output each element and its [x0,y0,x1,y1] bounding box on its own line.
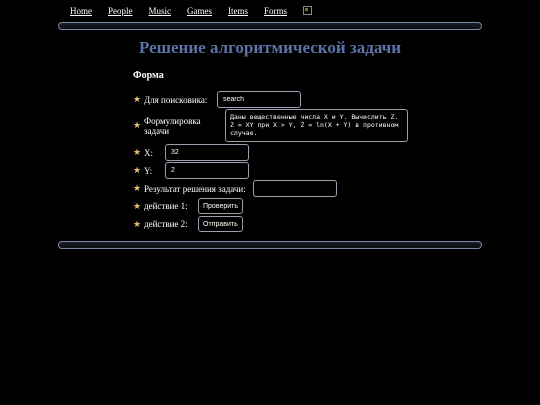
task-row: ★ Формулировка задачи Даны вещественные … [133,109,408,142]
check-button[interactable]: Проверить [198,198,244,214]
search-input[interactable] [217,91,301,108]
bottom-divider [58,241,482,249]
star-icon: ★ [133,200,142,211]
nav-link-home[interactable]: Home [70,6,92,16]
x-row: ★ X: [133,144,249,161]
result-label: Результат решения задачи: [144,183,246,194]
nav-link-items[interactable]: Items [228,6,248,16]
x-input[interactable] [165,144,249,161]
broken-image-icon[interactable] [303,5,313,15]
search-label: Для поисковика: [144,94,208,105]
task-label-line1: Формулировка [144,115,201,126]
action1-row: ★ действие 1: Проверить [133,198,244,214]
star-icon: ★ [133,120,142,130]
task-label: Формулировка задачи [144,116,225,136]
star-icon: ★ [133,218,142,229]
star-icon: ★ [133,147,142,157]
result-row: ★ Результат решения задачи: [133,180,337,197]
nav-link-games[interactable]: Games [187,6,212,16]
result-input[interactable] [253,180,337,197]
y-input[interactable] [165,162,249,179]
x-label: X: [144,147,153,158]
submit-button[interactable]: Отправить [198,216,243,232]
nav-link-forms[interactable]: Forms [264,6,287,16]
nav-link-people[interactable]: People [108,6,133,16]
task-textarea[interactable]: Даны вещественные числа X и Y. Вычислить… [225,109,408,142]
y-row: ★ Y: [133,162,249,179]
action1-label: действие 1: [144,201,188,211]
page-title: Решение алгоритмической задачи [138,38,402,57]
task-label-line2: задачи [144,125,170,136]
star-icon: ★ [133,165,142,175]
form-heading: Форма [133,70,164,81]
action2-label: действие 2: [144,219,188,229]
search-row: ★ Для поисковика: [133,91,301,108]
y-label: Y: [144,165,153,176]
top-nav: Home People Music Games Items Forms [70,5,313,16]
nav-link-music[interactable]: Music [149,6,172,16]
top-divider [58,22,482,30]
action2-row: ★ действие 2: Отправить [133,216,243,232]
star-icon: ★ [133,183,142,193]
star-icon: ★ [133,94,142,104]
